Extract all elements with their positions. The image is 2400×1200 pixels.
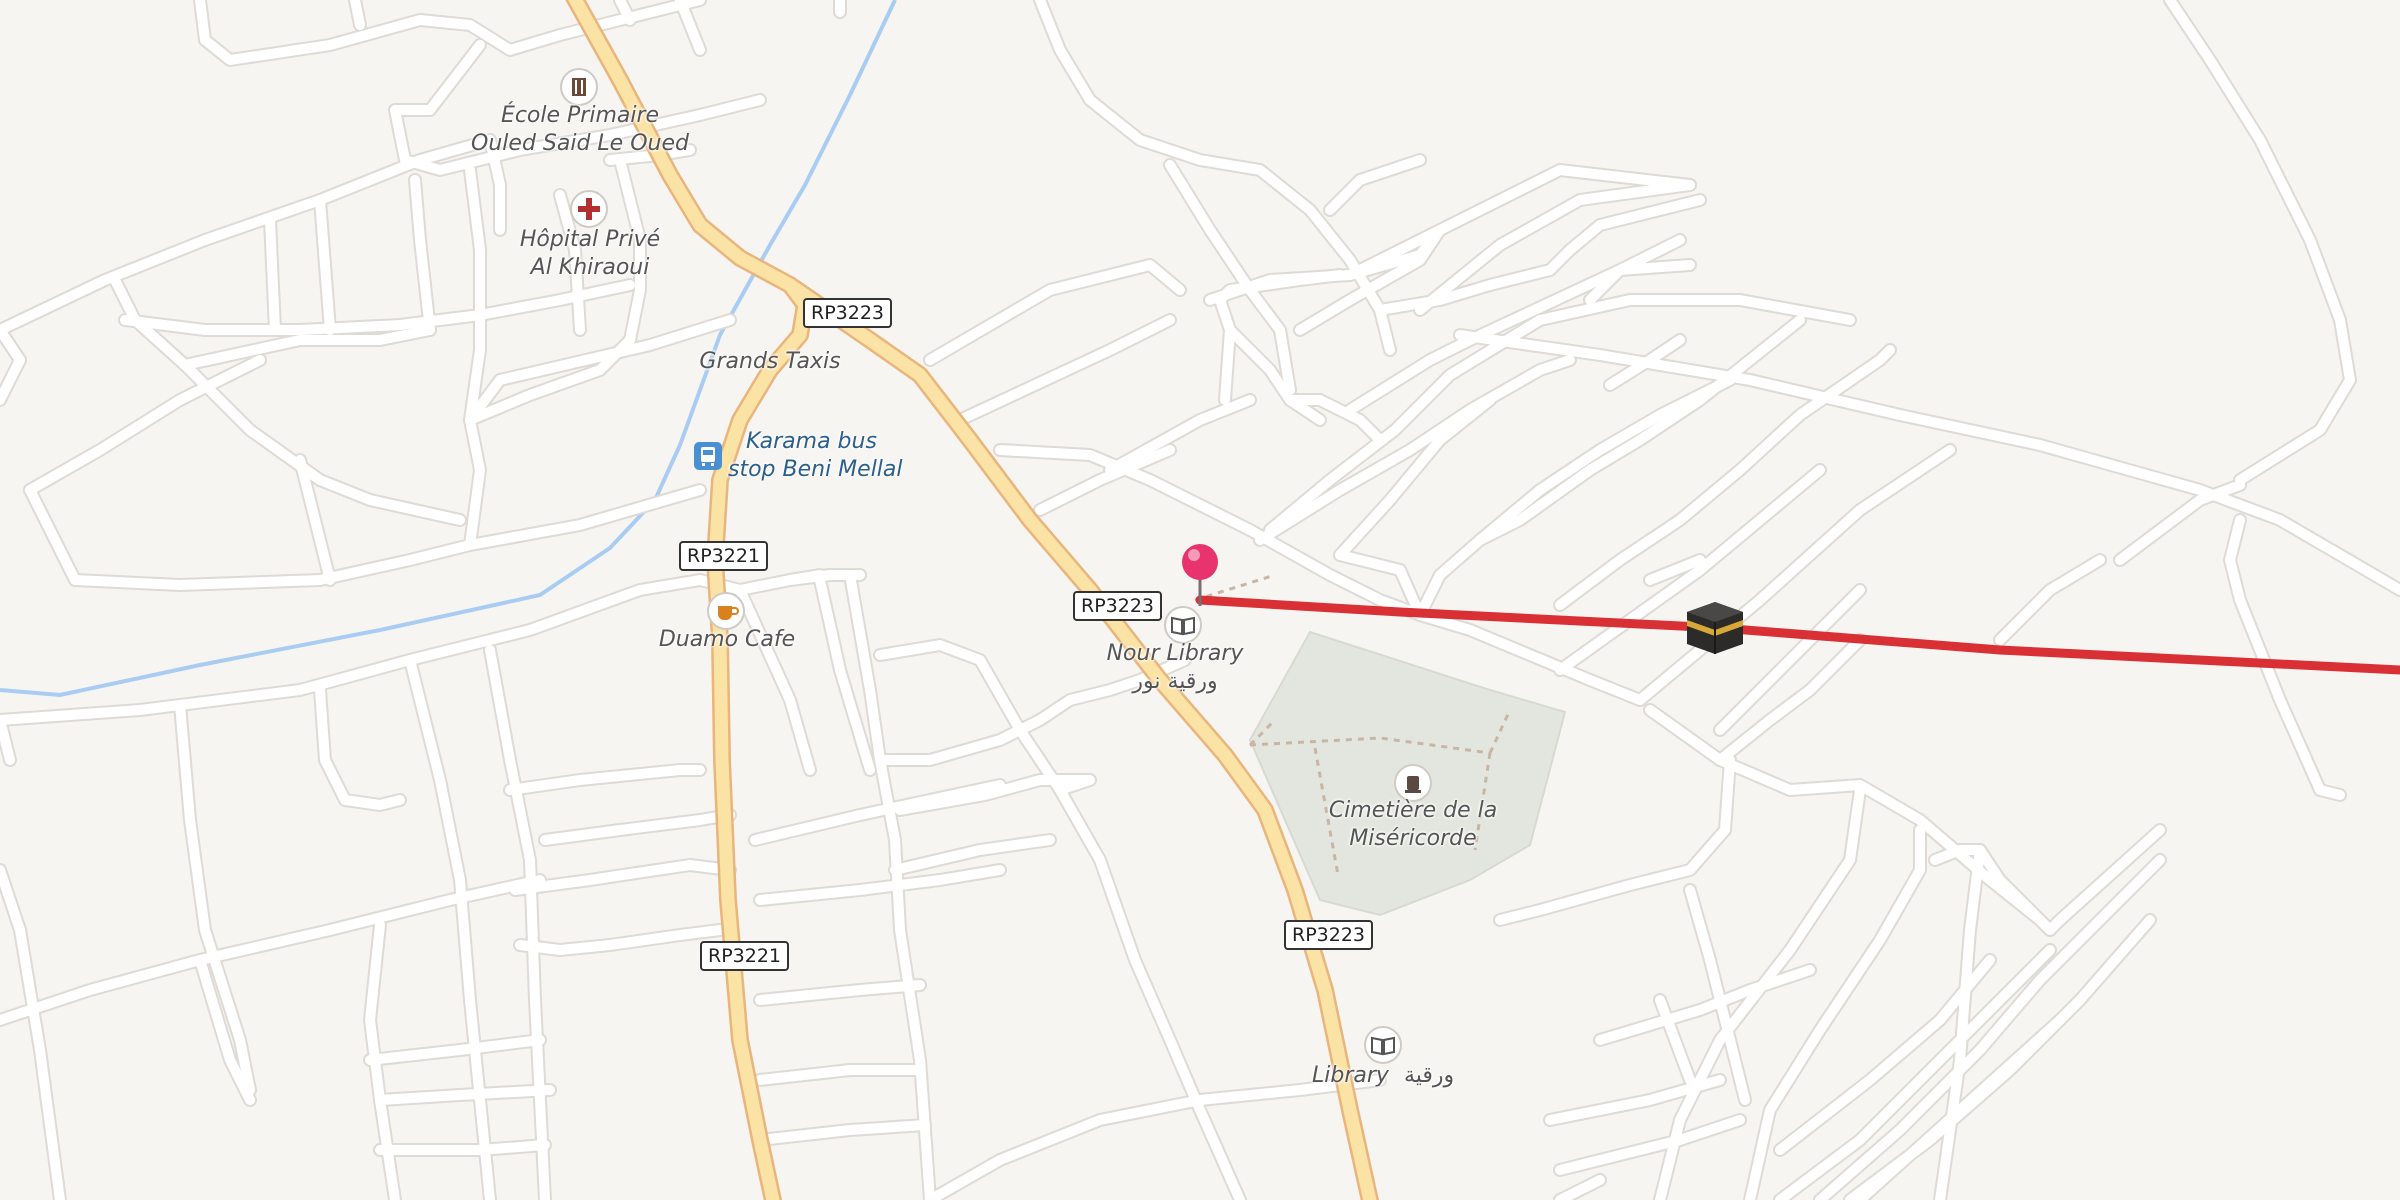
minor-road [1995, 555, 2105, 645]
minor-road [955, 315, 1175, 425]
poi-label-cafe[interactable]: Duamo Cafe [642, 626, 812, 654]
minor-road [2225, 515, 2345, 800]
minor-road [375, 1140, 550, 1155]
minor-road [890, 835, 1055, 875]
road-shield-rp3223-center: RP3223 [1073, 591, 1163, 621]
minor-road-casing [108, 273, 467, 527]
kaaba-icon[interactable] [1683, 600, 1747, 656]
map-pin-icon[interactable] [1178, 540, 1222, 612]
nour-library-name: Nour Library [1106, 641, 1244, 666]
book-icon[interactable] [1164, 606, 1202, 644]
hospital-name-line1: Hôpital Privé [519, 227, 661, 252]
book-icon[interactable] [1364, 1026, 1402, 1064]
road-shield-rp3223-south: RP3223 [1284, 920, 1374, 950]
minor-road [1975, 845, 2055, 935]
minor-road [0, 865, 65, 1200]
library-name-arabic: ورقية [1403, 1063, 1455, 1088]
hospital-cross-icon[interactable] [570, 190, 608, 228]
minor-road [2165, 0, 2355, 485]
cemetery-name-line1: Cimetière de la [1328, 798, 1498, 823]
minor-road-casing [2223, 513, 2347, 802]
school-name-line2: Ouled Said Le Oued [471, 131, 689, 156]
poi-label-nour-library[interactable]: Nour Library ورقية نور [1090, 640, 1260, 696]
road-shield-rp3223-north: RP3223 [803, 298, 893, 328]
poi-label-library[interactable]: Library ورقية [1312, 1062, 1472, 1090]
poi-label-school[interactable]: École Primaire Ouled Said Le Oued [460, 102, 700, 158]
minor-road [1595, 965, 1815, 1045]
minor-road [540, 810, 735, 845]
bus-stop-icon[interactable] [694, 442, 722, 470]
poi-label-bus-stop[interactable]: Karama bus stop Beni Mellal [728, 428, 903, 484]
minor-road [350, 0, 365, 30]
minor-road [405, 655, 495, 1200]
minor-road [465, 165, 485, 425]
minor-road-casing [2163, 0, 2357, 487]
minor-road-casing [0, 573, 707, 727]
school-icon[interactable] [560, 68, 598, 106]
minor-road-casing [873, 638, 1247, 1200]
minor-road-casing [313, 683, 407, 812]
cemetery-name-line2: Miséricorde [1349, 826, 1477, 851]
poi-label-hospital[interactable]: Hôpital Privé Al Khiraoui [480, 226, 700, 282]
minor-road [785, 570, 865, 585]
minor-road [875, 640, 1245, 1200]
hospital-name-line2: Al Khiraoui [530, 255, 650, 280]
coffee-cup-icon[interactable] [707, 592, 745, 630]
minor-road [25, 355, 265, 495]
minor-road [1555, 1115, 1745, 1175]
school-name-line1: École Primaire [500, 103, 660, 128]
map-view[interactable]: RP3223 RP3223 RP3223 RP3221 RP3221 École… [0, 0, 2400, 1200]
poi-label-cemetery[interactable]: Cimetière de la Miséricorde [1300, 797, 1526, 853]
road-shield-rp3221-north: RP3221 [679, 541, 769, 571]
nour-library-name-arabic: ورقية نور [1132, 669, 1218, 694]
minor-road [110, 275, 465, 525]
minor-road [925, 1075, 1385, 1200]
minor-road [265, 215, 280, 335]
bus-stop-name-line2: stop Beni Mellal [728, 457, 903, 482]
minor-road [1105, 395, 1255, 475]
minor-road-casing [923, 258, 1187, 367]
minor-road [1325, 155, 1425, 215]
minor-road [755, 865, 1005, 905]
minor-road [750, 780, 1005, 845]
minor-road-casing [923, 1073, 1387, 1200]
bus-stop-name-line1: Karama bus [746, 429, 877, 454]
library-name: Library [1312, 1063, 1389, 1088]
poi-label-taxis[interactable]: Grands Taxis [690, 348, 850, 376]
road-shield-rp3221-south: RP3221 [700, 941, 790, 971]
